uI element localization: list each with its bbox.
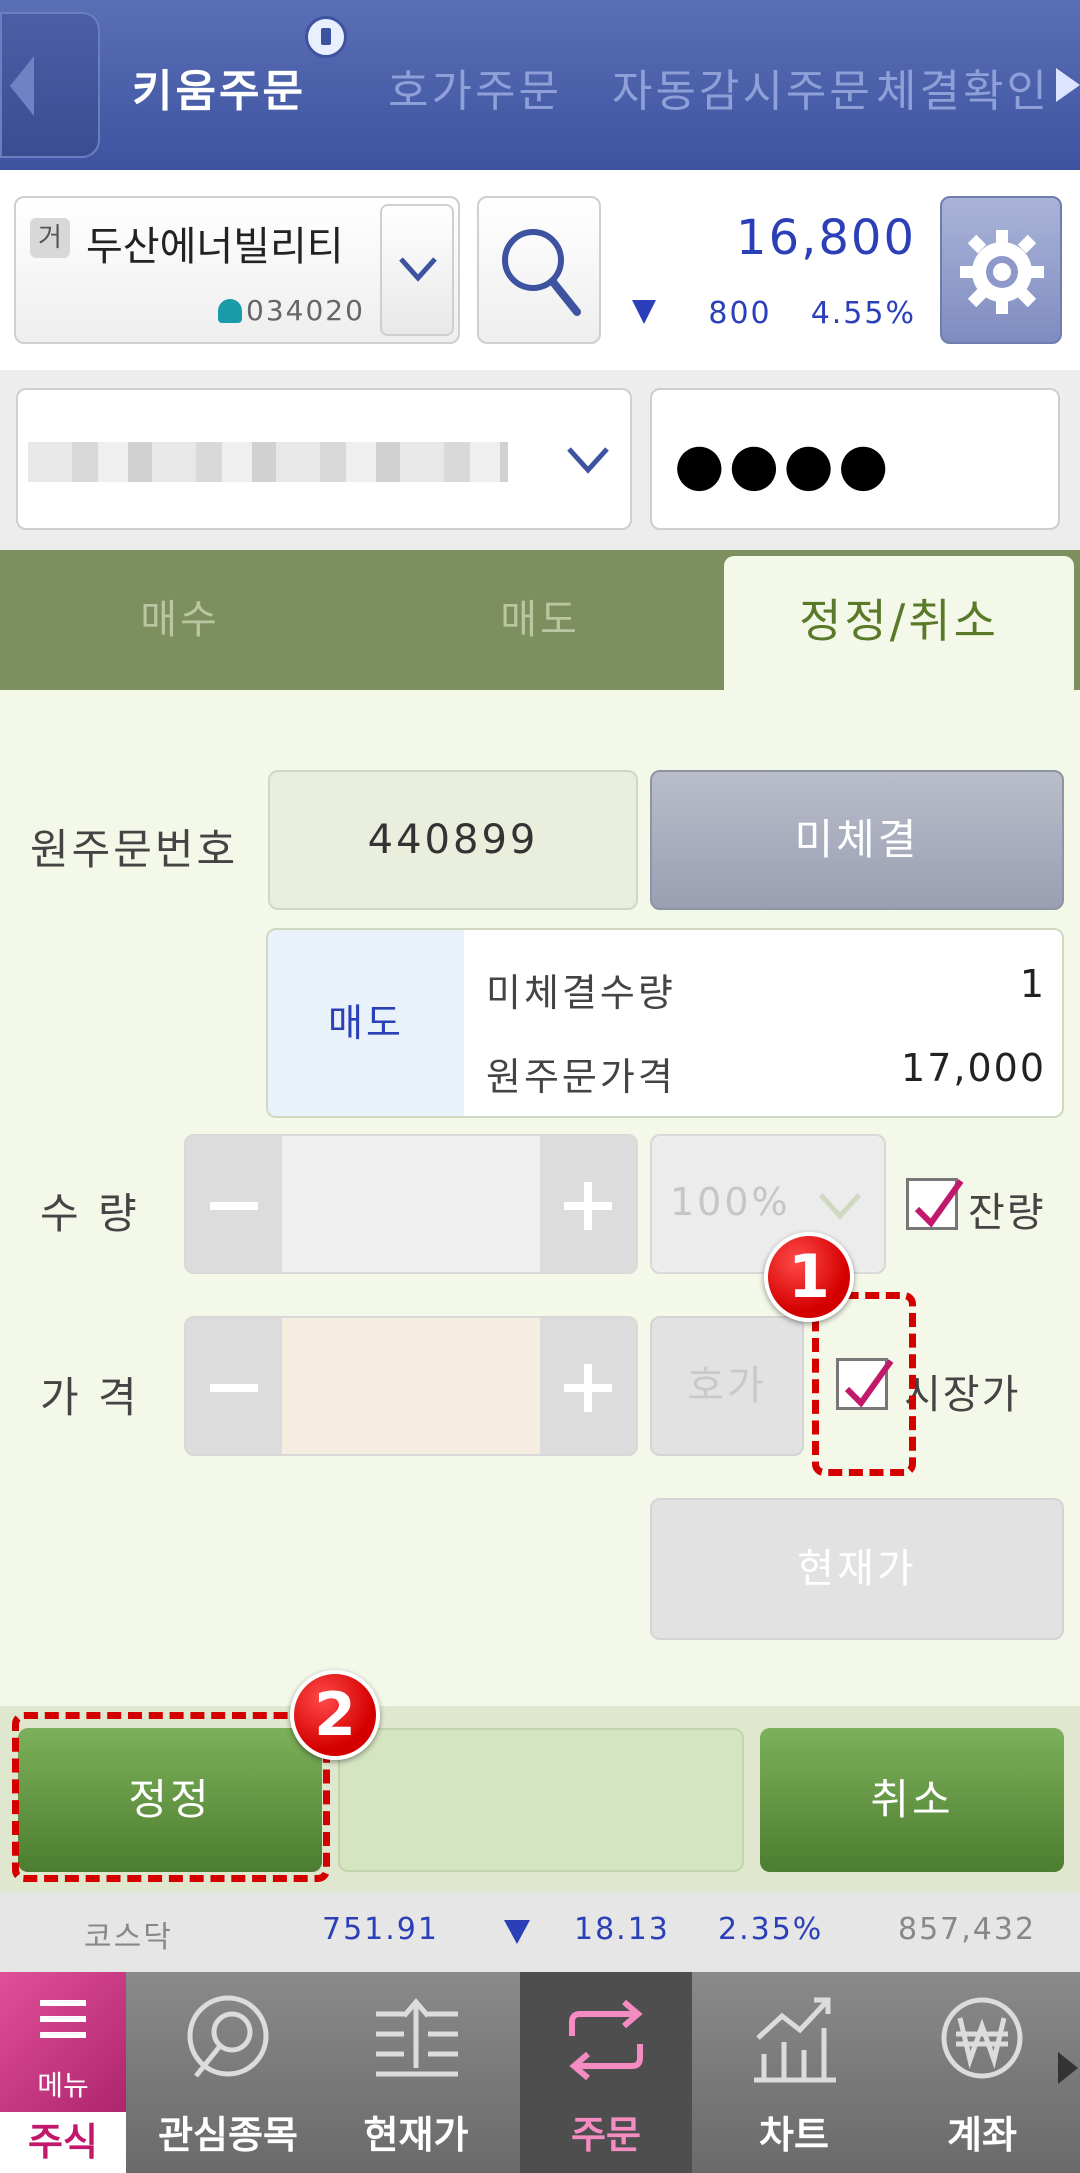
won-icon: [941, 1997, 1023, 2079]
stock-dropdown-button[interactable]: [380, 204, 454, 336]
gear-icon: [960, 230, 1044, 314]
remaining-label: 잔량: [968, 1190, 1046, 1236]
index-name: 코스닥: [84, 1920, 173, 1955]
tab-auto-watch-order[interactable]: 자동감시주문: [612, 55, 873, 119]
stock-code-text: 034020: [246, 294, 365, 327]
tab-hoga-order[interactable]: 호가주문: [388, 55, 562, 119]
orig-order-label: 원주문번호: [30, 825, 239, 874]
chevron-left-icon: [10, 56, 34, 116]
password-field[interactable]: ●●●●: [650, 388, 1060, 530]
blank-action-area: [338, 1728, 744, 1872]
order-info-box: 매도 미체결수량 1 원주문가격 17,000: [266, 928, 1064, 1118]
quantity-minus-button[interactable]: [186, 1136, 282, 1272]
nav-chart-label: 차트: [759, 2113, 829, 2157]
index-change: 18.13: [574, 1912, 670, 1947]
order-side-badge: 매도: [268, 930, 464, 1116]
bottom-nav: 메뉴 주식 관심종목 현재가 주문 차트 계좌: [0, 1972, 1080, 2173]
order-type-tabs: 매수 매도 정정/취소: [0, 550, 1080, 690]
market-price-label: 시장가: [904, 1372, 1021, 1418]
password-mask: ●●●●: [674, 430, 893, 498]
quantity-percent-select[interactable]: 100%: [650, 1134, 886, 1274]
nav-order-label: 주문: [571, 2113, 641, 2157]
chevron-down-icon: [567, 447, 609, 474]
quantity-plus-button[interactable]: [540, 1136, 636, 1272]
nav-current-price[interactable]: 현재가: [322, 1972, 510, 2173]
hamburger-icon: [40, 2000, 86, 2006]
down-triangle-icon: [632, 300, 656, 324]
menu-label: 메뉴: [37, 2069, 89, 2102]
unfilled-qty-value: 1: [1019, 962, 1046, 1006]
chevron-right-icon[interactable]: [1058, 2052, 1078, 2084]
nav-order[interactable]: 주문: [520, 1972, 692, 2173]
chevron-right-icon[interactable]: [1056, 68, 1080, 102]
highlight-box-2: [12, 1712, 330, 1882]
stock-selector[interactable]: 거 두산에너빌리티 034020: [14, 196, 460, 344]
chevron-down-icon: [399, 257, 437, 282]
current-price-icon: [376, 1998, 458, 2077]
tab-sell[interactable]: 매도: [360, 550, 720, 690]
stock-section-label[interactable]: 주식: [0, 2112, 126, 2173]
current-price-button[interactable]: 현재가: [650, 1498, 1064, 1640]
step-badge-2: 2: [290, 1670, 380, 1760]
price-stepper: [184, 1316, 638, 1456]
order-icon: [569, 1999, 643, 2081]
stock-name: 두산에너빌리티: [86, 224, 344, 270]
down-triangle-icon: [504, 1920, 530, 1944]
price-minus-button[interactable]: [186, 1318, 282, 1454]
quantity-stepper: [184, 1134, 638, 1274]
search-button[interactable]: [477, 196, 601, 344]
chevron-down-icon: [819, 1193, 861, 1220]
price-label: 가 격: [40, 1373, 140, 1422]
hoga-button[interactable]: 호가: [650, 1316, 804, 1456]
nav-watchlist-label: 관심종목: [158, 2113, 298, 2157]
watchlist-icon: [187, 1995, 269, 2078]
checkmark-icon: [914, 1179, 964, 1228]
stock-info-row: 거 두산에너빌리티 034020 16,800 800 4.55%: [0, 170, 1080, 370]
tab-buy[interactable]: 매수: [0, 550, 360, 690]
tab-modify-cancel[interactable]: 정정/취소: [724, 556, 1074, 690]
index-value: 751.91: [322, 1912, 439, 1947]
tab-kiwoom-order[interactable]: 키움주문: [132, 55, 306, 119]
bell-icon: [218, 299, 242, 323]
exchange-badge: 거: [30, 218, 70, 258]
nav-account[interactable]: 계좌: [888, 1972, 1076, 2173]
quantity-input[interactable]: [282, 1136, 540, 1272]
account-number-blurred: [28, 442, 508, 482]
menu-button[interactable]: 메뉴 주식: [0, 1972, 126, 2173]
unfilled-qty-label: 미체결수량: [486, 971, 676, 1015]
unfilled-button[interactable]: 미체결: [650, 770, 1064, 910]
sync-icon[interactable]: [305, 16, 347, 58]
current-price: 16,800: [736, 210, 916, 266]
index-rate: 2.35%: [718, 1912, 824, 1947]
nav-account-label: 계좌: [947, 2113, 1017, 2157]
orig-price-value: 17,000: [901, 1046, 1046, 1090]
nav-current-price-label: 현재가: [363, 2113, 469, 2157]
remaining-checkbox[interactable]: [906, 1178, 964, 1230]
index-ticker[interactable]: 코스닥 751.91 18.13 2.35% 857,432: [0, 1892, 1080, 1972]
stock-code: 034020: [218, 294, 365, 327]
step-badge-1: 1: [764, 1232, 854, 1322]
search-icon: [502, 229, 581, 316]
account-row: ●●●●: [0, 370, 1080, 550]
orig-price-label: 원주문가격: [486, 1055, 676, 1099]
account-select[interactable]: [16, 388, 632, 530]
price-plus-button[interactable]: [540, 1318, 636, 1454]
index-volume: 857,432: [898, 1912, 1037, 1947]
price-input[interactable]: [282, 1318, 540, 1454]
top-tab-bar: 키움주문 호가주문 자동감시주문 체결확인: [0, 0, 1080, 170]
settings-button[interactable]: [940, 196, 1062, 344]
quantity-label: 수 량: [40, 1189, 140, 1238]
chart-icon: [754, 1997, 836, 2083]
quantity-percent-value: 100%: [670, 1180, 791, 1224]
back-button[interactable]: [0, 12, 100, 158]
orig-order-number: 440899: [268, 770, 638, 910]
highlight-box-1: [812, 1292, 916, 1476]
cancel-button[interactable]: 취소: [760, 1728, 1064, 1872]
tab-fill-check[interactable]: 체결확인: [876, 55, 1050, 119]
price-change-rate: 4.55%: [810, 296, 916, 331]
nav-watchlist[interactable]: 관심종목: [134, 1972, 322, 2173]
nav-chart[interactable]: 차트: [700, 1972, 888, 2173]
price-change: 800: [708, 296, 772, 331]
